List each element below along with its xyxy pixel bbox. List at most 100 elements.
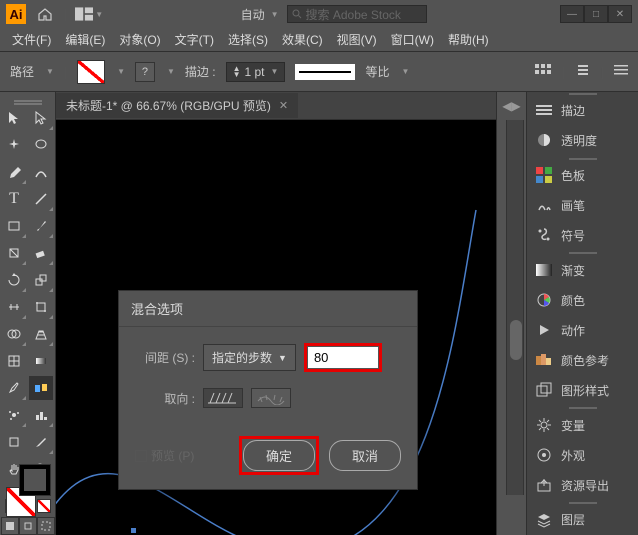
scroll-thumb[interactable] [510,320,522,360]
menu-select[interactable]: 选择(S) [222,29,274,50]
draw-behind-icon[interactable] [19,517,37,535]
minimize-button[interactable]: — [560,5,584,23]
panel-layers[interactable]: 图层 [527,505,638,535]
blend-options-dialog: 混合选项 间距 (S) : 指定的步数 ▼ 取向 : 预览 (P) [118,290,418,490]
orientation-label: 取向 : [135,390,195,407]
spacing-mode-dropdown[interactable]: 指定的步数 ▼ [203,344,296,371]
align-pixel-icon[interactable] [534,63,552,81]
fill-stroke-control[interactable] [6,487,50,495]
settings-icon[interactable] [575,62,591,81]
panel-stroke[interactable]: 描边 [527,95,638,125]
curvature-tool[interactable] [29,160,53,184]
line-tool[interactable] [29,187,53,211]
pen-tool[interactable] [2,160,26,184]
color-mode-none[interactable] [37,499,51,513]
mesh-tool[interactable] [2,349,26,373]
panel-graphicstyles[interactable]: 图形样式 [527,375,638,405]
draw-inside-icon[interactable] [37,517,55,535]
panel-swatches[interactable]: 色板 [527,160,638,190]
perspective-grid-tool[interactable] [29,322,53,346]
menu-type[interactable]: 文字(T) [169,29,220,50]
dock-divider[interactable] [506,120,524,495]
chevron-down-icon[interactable]: ▼ [401,67,409,76]
checkbox-icon [135,450,147,462]
column-graph-tool[interactable] [29,403,53,427]
maximize-button[interactable]: □ [584,5,608,23]
home-icon[interactable] [34,3,56,25]
chevron-down-icon[interactable]: ▼ [46,67,54,76]
menu-window[interactable]: 窗口(W) [385,29,440,50]
stroke-swatch-icon[interactable] [20,465,50,495]
menu-edit[interactable]: 编辑(E) [59,29,111,50]
free-transform-tool[interactable] [29,295,53,319]
spacing-steps-input[interactable] [308,347,378,368]
brushes-icon [535,196,553,214]
panel-appearance[interactable]: 外观 [527,440,638,470]
workspace-switcher[interactable]: 自动 ▼ [241,6,279,23]
menu-file[interactable]: 文件(F) [6,29,57,50]
panel-brushes[interactable]: 画笔 [527,190,638,220]
fill-swatch[interactable] [77,60,105,84]
appearance-icon [535,446,553,464]
cancel-button[interactable]: 取消 [329,440,401,471]
stock-search-input[interactable]: 搜索 Adobe Stock [287,5,427,23]
slice-tool[interactable] [29,430,53,454]
rectangle-tool[interactable] [2,214,26,238]
panel-menu-icon[interactable] [614,63,628,80]
artboard-tool[interactable] [2,430,26,454]
preview-label: 预览 (P) [151,447,194,464]
search-icon [292,9,302,19]
width-tool[interactable] [2,295,26,319]
window-controls: — □ ✕ [560,5,632,23]
close-button[interactable]: ✕ [608,5,632,23]
workspace-label: 自动 [241,6,265,23]
stroke-profile[interactable] [295,64,355,80]
panel-color[interactable]: 颜色 [527,285,638,315]
eyedropper-tool[interactable] [2,376,26,400]
ok-button[interactable]: 确定 [243,440,315,471]
menu-object[interactable]: 对象(O) [113,29,166,50]
magic-wand-tool[interactable] [2,133,26,157]
selection-tool[interactable] [2,106,26,130]
orientation-align-path[interactable] [251,388,291,408]
type-tool[interactable]: T [2,187,26,211]
arrange-documents-icon[interactable]: ▼ [75,3,103,25]
scale-tool[interactable] [29,268,53,292]
stroke-weight-input[interactable]: ▲▼ 1 pt ▼ [226,62,286,82]
menu-effect[interactable]: 效果(C) [276,29,329,50]
panel-assetexport[interactable]: 资源导出 [527,470,638,500]
preview-checkbox[interactable]: 预览 (P) [135,447,194,464]
draw-normal-icon[interactable] [1,517,19,535]
rotate-tool[interactable] [2,268,26,292]
direct-selection-tool[interactable] [29,106,53,130]
app-titlebar: Ai | ▼ 自动 ▼ 搜索 Adobe Stock — □ ✕ [0,0,638,28]
symbol-sprayer-tool[interactable] [2,403,26,427]
menu-help[interactable]: 帮助(H) [442,29,495,50]
shaper-tool[interactable] [2,241,26,265]
orientation-align-page[interactable] [203,388,243,408]
menu-view[interactable]: 视图(V) [331,29,383,50]
expand-dock-icon[interactable]: ◀▶ [497,92,526,120]
panel-transparency[interactable]: 透明度 [527,125,638,155]
question-icon[interactable]: ? [135,62,155,82]
panel-actions[interactable]: 动作 [527,315,638,345]
eraser-tool[interactable] [29,241,53,265]
panel-variables[interactable]: 变量 [527,410,638,440]
toolbox-handle[interactable] [8,100,48,102]
blend-tool[interactable] [29,376,53,400]
lasso-tool[interactable] [29,133,53,157]
gradient-tool[interactable] [29,349,53,373]
chevron-down-icon[interactable]: ▼ [167,67,175,76]
close-tab-icon[interactable]: ✕ [279,99,288,112]
panel-colorguide[interactable]: 颜色参考 [527,345,638,375]
panel-symbols[interactable]: 符号 [527,220,638,250]
document-tab[interactable]: 未标题-1* @ 66.67% (RGB/GPU 预览) ✕ [56,93,298,118]
shape-builder-tool[interactable] [2,322,26,346]
paintbrush-tool[interactable] [29,214,53,238]
panel-gradient[interactable]: 渐变 [527,255,638,285]
search-placeholder: 搜索 Adobe Stock [306,6,401,23]
swatches-icon [535,166,553,184]
transparency-icon [535,131,553,149]
chevron-down-icon[interactable]: ▼ [117,67,125,76]
dialog-title: 混合选项 [119,291,417,327]
